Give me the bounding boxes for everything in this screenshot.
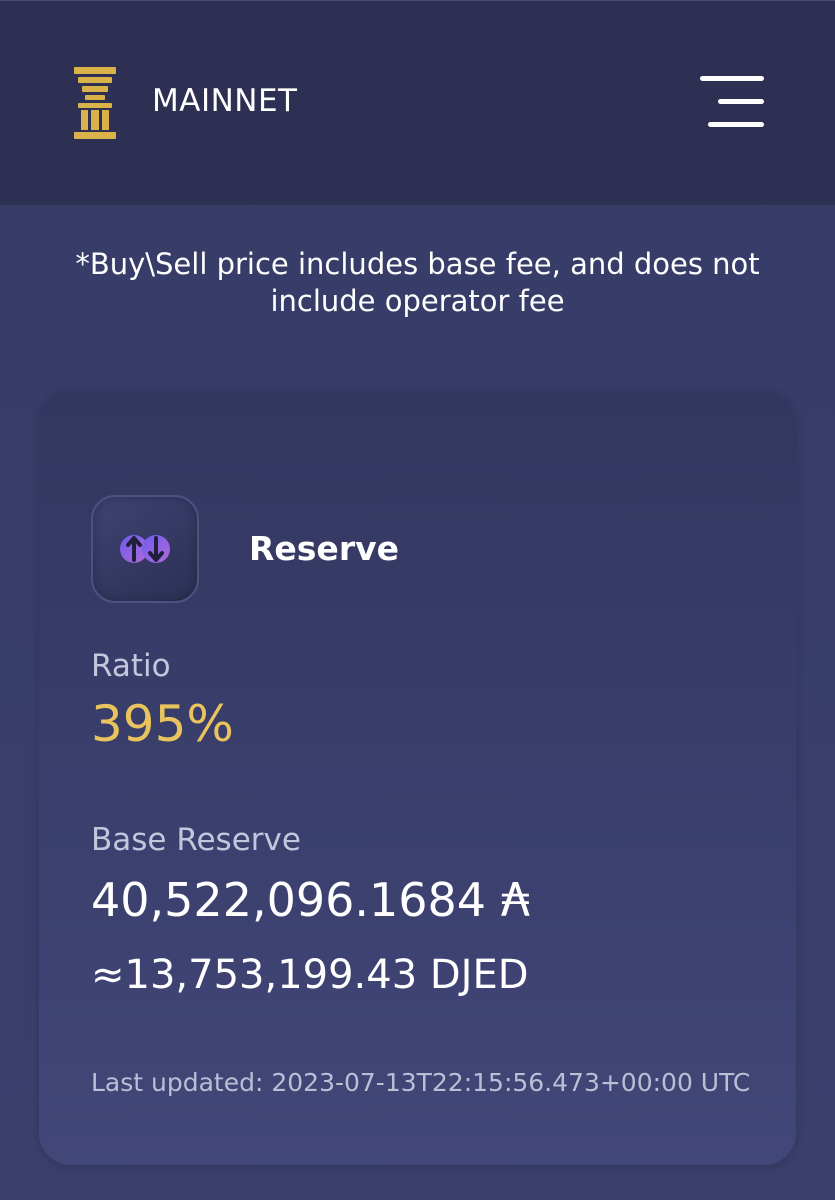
- last-updated-timestamp: Last updated: 2023-07-13T22:15:56.473+00…: [91, 1068, 751, 1097]
- djed-equivalent-value: ≈13,753,199.43 DJED: [91, 952, 529, 998]
- hamburger-menu-icon[interactable]: [696, 73, 766, 133]
- reserve-cycle-icon: [120, 535, 170, 563]
- reserve-card: Reserve Ratio 395% Base Reserve 40,522,0…: [39, 390, 796, 1165]
- pillar-logo-icon[interactable]: [72, 67, 118, 139]
- reserve-title: Reserve: [249, 529, 399, 568]
- reserve-icon-box: [91, 495, 199, 603]
- fee-note: *Buy\Sell price includes base fee, and d…: [75, 247, 760, 318]
- base-reserve-label: Base Reserve: [91, 822, 301, 858]
- ratio-label: Ratio: [91, 648, 171, 684]
- network-label: MAINNET: [152, 83, 298, 119]
- top-header: MAINNET: [0, 0, 835, 205]
- ratio-value: 395%: [91, 695, 234, 753]
- base-reserve-value: 40,522,096.1684 ₳: [91, 873, 530, 927]
